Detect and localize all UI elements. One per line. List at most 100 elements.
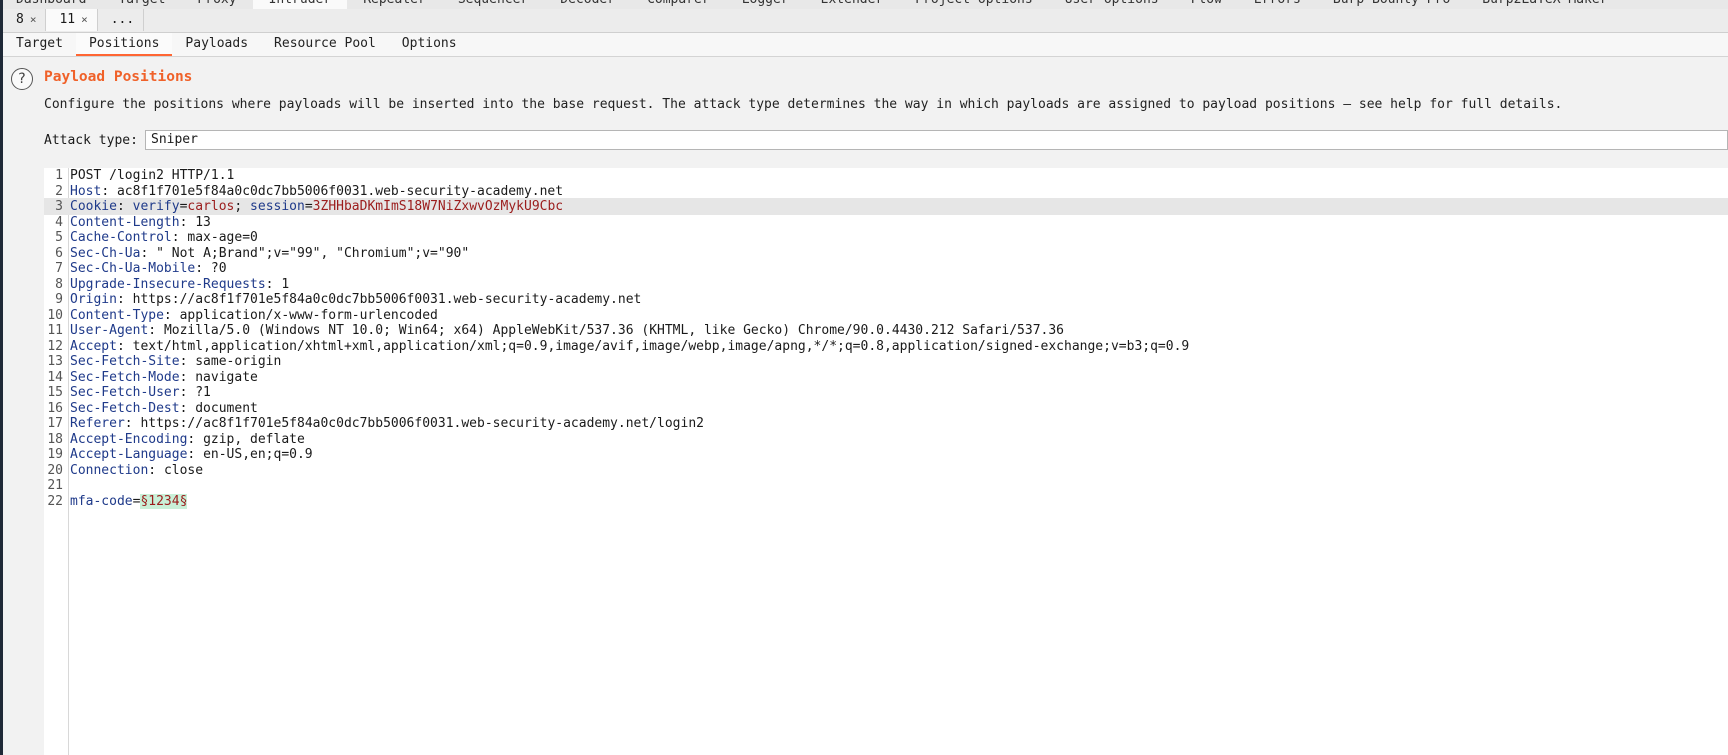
line-content: Host: ac8f1f701e5f84a0c0dc7bb5006f0031.w…: [70, 183, 563, 200]
instance-tab-8[interactable]: 8 ×: [3, 9, 47, 31]
cookie-name: verify: [132, 199, 180, 214]
line-content: Sec-Ch-Ua-Mobile: ?0: [70, 260, 227, 277]
line-number: 18: [47, 431, 63, 447]
payload-position-marker[interactable]: §1234§: [140, 493, 188, 509]
header-separator: :: [116, 338, 133, 354]
tab-options[interactable]: Options: [389, 33, 470, 54]
main-tab-burp-bounty-pro[interactable]: Burp Bounty Pro: [1317, 0, 1466, 9]
request-line: 12 Accept: text/html,application/xhtml+xm…: [44, 338, 1728, 355]
header-separator: :: [101, 183, 117, 199]
request-line: 17 Referer: https://ac8f1f701e5f84a0c0dc7…: [44, 415, 1728, 432]
new-tab-label: ...: [110, 12, 135, 27]
main-tab-repeater[interactable]: Repeater: [347, 0, 442, 9]
main-tab-target[interactable]: Target: [102, 0, 181, 9]
main-tab-sequencer[interactable]: Sequencer: [442, 0, 544, 9]
tab-resource-pool[interactable]: Resource Pool: [261, 33, 389, 54]
cookie-value: 3ZHHbaDKmImS18W7NiZxwvOzMykU9Cbc: [312, 199, 564, 214]
header-value: 1: [281, 276, 290, 292]
request-line: 6 Sec-Ch-Ua: " Not A;Brand";v="99", "Chro…: [44, 245, 1728, 262]
header-value: text/html,application/xhtml+xml,applicat…: [132, 338, 1190, 354]
tab-target[interactable]: Target: [3, 33, 76, 54]
header-name: Content-Length: [70, 214, 180, 230]
header-value: " Not A;Brand";v="99", "Chromium";v="90": [156, 245, 470, 261]
new-tab-button[interactable]: ...: [98, 9, 145, 31]
main-tab-flow[interactable]: Flow: [1175, 0, 1238, 9]
header-name: Host: [70, 183, 102, 199]
header-name: Sec-Fetch-Mode: [70, 369, 180, 385]
header-separator: :: [163, 307, 180, 323]
tab-payloads[interactable]: Payloads: [172, 33, 261, 54]
header-name: Sec-Fetch-User: [70, 385, 180, 400]
line-content: Content-Type: application/x-www-form-url…: [70, 307, 438, 324]
header-separator: :: [265, 276, 282, 292]
window-left-border: [0, 0, 3, 755]
line-number: 11: [47, 323, 63, 338]
tab-positions[interactable]: Positions: [75, 33, 173, 56]
header-name: Accept-Encoding: [70, 431, 188, 447]
request-line: 21: [44, 477, 1728, 494]
section-description: Configure the positions where payloads w…: [44, 97, 1563, 112]
attack-type-select[interactable]: Sniper: [145, 130, 1728, 150]
line-content: mfa-code=§1234§: [70, 493, 188, 510]
close-icon[interactable]: ×: [30, 9, 37, 31]
line-content: Connection: close: [70, 462, 203, 479]
separator: =: [304, 199, 313, 214]
line-number: 7: [55, 261, 63, 276]
main-tab-project-options[interactable]: Project options: [899, 0, 1048, 9]
line-number: 19: [47, 447, 63, 462]
line-content: Upgrade-Insecure-Requests: 1: [70, 276, 289, 293]
main-tab-logger[interactable]: Logger: [726, 0, 805, 9]
header-separator: :: [124, 416, 141, 431]
help-icon[interactable]: ?: [11, 68, 33, 90]
header-value: application/x-www-form-urlencoded: [179, 307, 438, 323]
header-value: max-age=0: [187, 230, 258, 245]
line-content: Sec-Fetch-Dest: document: [70, 400, 258, 417]
line-content: Accept: text/html,application/xhtml+xml,…: [70, 338, 1189, 355]
line-content: Referer: https://ac8f1f701e5f84a0c0dc7bb…: [70, 415, 704, 432]
header-separator: :: [187, 431, 204, 447]
main-tab-proxy[interactable]: Proxy: [181, 0, 252, 9]
header-value: https://ac8f1f701e5f84a0c0dc7bb5006f0031…: [140, 416, 704, 431]
line-number: 5: [55, 230, 63, 245]
header-separator: :: [179, 214, 196, 230]
request-line: 8 Upgrade-Insecure-Requests: 1: [44, 276, 1728, 293]
main-tab-burp2latex-maker[interactable]: Burp2LaTeX Maker: [1466, 0, 1623, 9]
close-icon[interactable]: ×: [81, 9, 88, 31]
section-title: Payload Positions: [44, 69, 193, 85]
header-name: Sec-Ch-Ua-Mobile: [70, 261, 196, 276]
line-content: Sec-Fetch-Mode: navigate: [70, 369, 258, 386]
request-line: 16 Sec-Fetch-Dest: document: [44, 400, 1728, 417]
main-tab-user-options[interactable]: User options: [1049, 0, 1175, 9]
line-number: 2: [55, 183, 63, 199]
request-editor[interactable]: 1 POST /login2 HTTP/1.1 2 Host: ac8f1f701e5…: [44, 168, 1728, 755]
separator: ;: [234, 199, 251, 214]
main-tab-dashboard[interactable]: Dashboard: [0, 0, 102, 9]
line-content: Sec-Fetch-Site: same-origin: [70, 353, 281, 370]
line-number: 17: [47, 416, 63, 431]
main-tab-extender[interactable]: Extender: [805, 0, 900, 9]
instance-tab-11[interactable]: 11 ×: [46, 9, 98, 31]
header-separator: :: [179, 369, 196, 385]
header-separator: :: [179, 354, 196, 369]
header-separator: :: [179, 400, 196, 416]
request-line: 3 Cookie: verify=carlos; session=3ZHHbaDK…: [44, 198, 1728, 215]
line-content: Cookie: verify=carlos; session=3ZHHbaDKm…: [70, 198, 563, 215]
line-number: 8: [55, 276, 63, 292]
header-name: Upgrade-Insecure-Requests: [70, 276, 266, 292]
request-line: 13 Sec-Fetch-Site: same-origin: [44, 353, 1728, 370]
request-line: 19 Accept-Language: en-US,en;q=0.9: [44, 446, 1728, 463]
line-number: 12: [47, 338, 63, 354]
main-tab-decoder[interactable]: Decoder: [544, 0, 631, 9]
header-value: close: [163, 462, 204, 478]
request-line: 2 Host: ac8f1f701e5f84a0c0dc7bb5006f0031.…: [44, 183, 1728, 200]
header-name: Accept-Language: [70, 447, 188, 462]
header-value: Mozilla/5.0 (Windows NT 10.0; Win64; x64…: [163, 323, 1065, 338]
main-tab-errors[interactable]: Errors: [1238, 0, 1317, 9]
request-line: 22 mfa-code=§1234§: [44, 493, 1728, 510]
line-number: 21: [47, 478, 63, 493]
main-tab-comparer[interactable]: Comparer: [631, 0, 726, 9]
line-number: 6: [55, 245, 63, 261]
request-line: 7 Sec-Ch-Ua-Mobile: ?0: [44, 260, 1728, 277]
line-number: 20: [47, 462, 63, 478]
line-content: Sec-Fetch-User: ?1: [70, 384, 211, 401]
